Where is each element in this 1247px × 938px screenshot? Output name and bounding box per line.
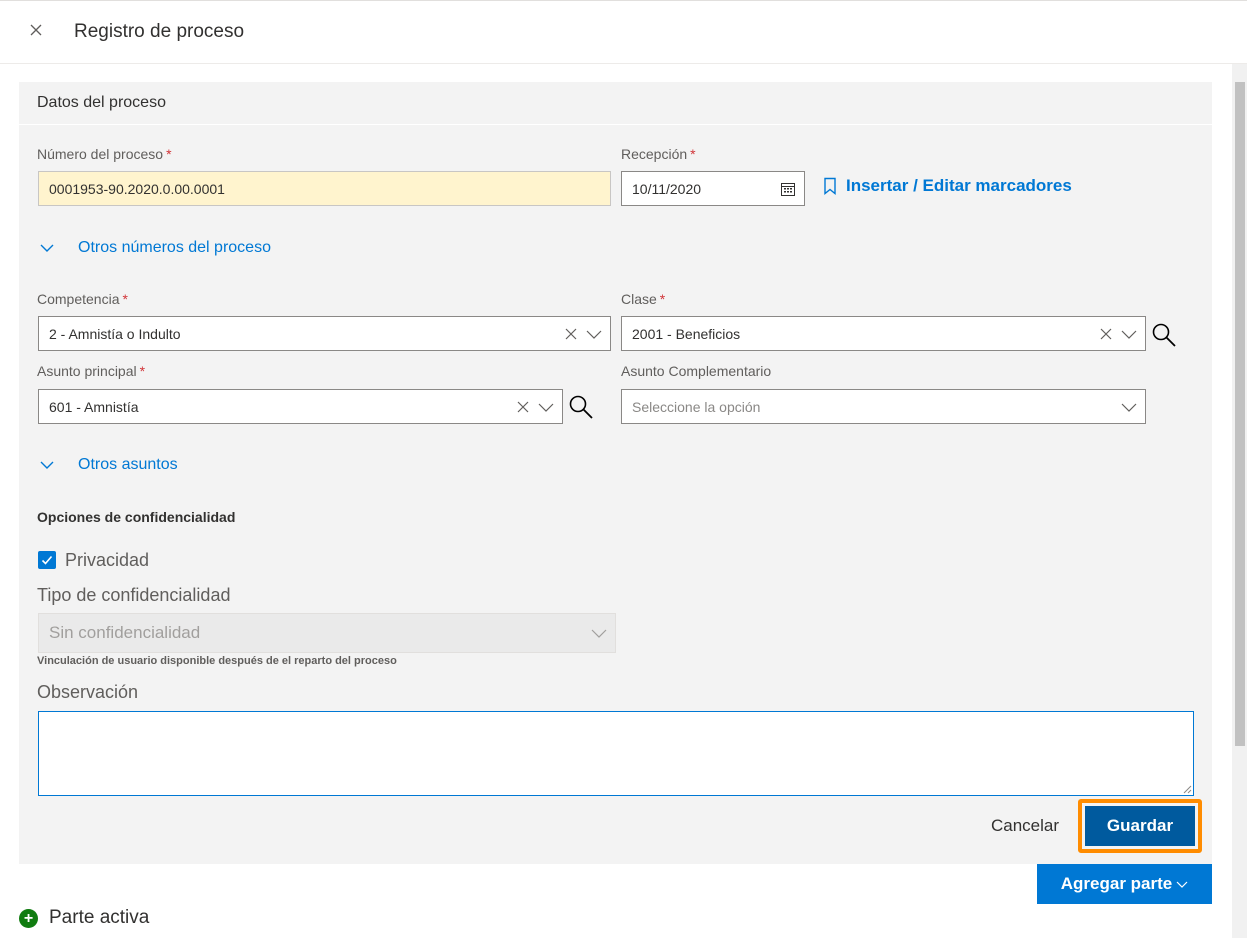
- scrollbar-thumb[interactable]: [1235, 82, 1245, 746]
- other-subjects-link-text: Otros asuntos: [78, 456, 178, 473]
- search-icon[interactable]: [568, 394, 594, 420]
- chevron-down-icon: [38, 456, 56, 474]
- asunto-principal-label: Asunto principal *: [37, 363, 145, 379]
- clear-icon[interactable]: [1099, 327, 1113, 341]
- required-mark: *: [122, 291, 128, 307]
- other-numbers-link-text: Otros números del proceso: [78, 239, 271, 256]
- resize-handle-icon[interactable]: [1182, 784, 1192, 794]
- privacy-checkbox[interactable]: [38, 551, 56, 569]
- clear-icon[interactable]: [516, 400, 530, 414]
- observation-label: Observación: [37, 682, 139, 702]
- asunto-principal-select[interactable]: 601 - Amnistía: [38, 389, 563, 424]
- reception-label: Recepción *: [621, 146, 696, 162]
- asunto-principal-label-text: Asunto principal: [37, 363, 137, 379]
- checkmark-icon: [41, 555, 53, 565]
- calendar-icon[interactable]: [780, 172, 796, 205]
- clase-select[interactable]: 2001 - Beneficios: [621, 316, 1146, 351]
- asunto-complementario-select[interactable]: Seleccione la opción: [621, 389, 1146, 424]
- chevron-down-icon: [1176, 879, 1188, 889]
- bookmarks-link-text: Insertar / Editar marcadores: [846, 176, 1072, 195]
- bookmark-icon: [822, 177, 838, 195]
- competencia-value: 2 - Amnistía o Indulto: [49, 325, 181, 342]
- clear-icon[interactable]: [564, 327, 578, 341]
- required-mark: *: [139, 363, 146, 379]
- asunto-principal-value: 601 - Amnistía: [49, 398, 139, 415]
- reception-date-input[interactable]: 10/11/2020: [621, 171, 805, 206]
- confidentiality-type-select: Sin confidencialidad: [38, 613, 616, 653]
- reception-label-text: Recepción: [621, 146, 688, 162]
- chevron-down-icon[interactable]: [1121, 327, 1137, 341]
- competencia-label: Competencia *: [37, 291, 128, 307]
- asunto-complementario-placeholder: Seleccione la opción: [632, 398, 761, 415]
- panel-title: Datos del proceso: [37, 94, 166, 111]
- add-party-label: Agregar parte: [1060, 874, 1173, 893]
- chevron-down-icon: [591, 626, 607, 640]
- required-mark: *: [690, 146, 696, 162]
- bookmarks-link[interactable]: Insertar / Editar marcadores: [822, 176, 1072, 196]
- observation-textarea[interactable]: [38, 711, 1194, 796]
- required-mark: *: [659, 291, 666, 307]
- confidentiality-section-title: Opciones de confidencialidad: [37, 509, 236, 525]
- panel-header: [19, 82, 1212, 125]
- save-button[interactable]: Guardar: [1085, 806, 1195, 846]
- dialog-title: Registro de proceso: [74, 21, 245, 42]
- add-circle-icon[interactable]: +: [19, 909, 38, 928]
- process-number-label: Número del proceso *: [37, 146, 172, 162]
- asunto-complementario-label: Asunto Complementario: [621, 363, 772, 379]
- competencia-label-text: Competencia: [37, 291, 120, 307]
- close-icon[interactable]: [24, 18, 48, 42]
- other-numbers-toggle[interactable]: Otros números del proceso: [38, 239, 271, 257]
- confidentiality-type-value: Sin confidencialidad: [49, 623, 201, 642]
- privacy-label[interactable]: Privacidad: [65, 550, 149, 571]
- chevron-down-icon[interactable]: [538, 400, 554, 414]
- add-party-button[interactable]: Agregar parte: [1037, 864, 1212, 904]
- chevron-down-icon: [38, 239, 56, 257]
- reception-date-value: 10/11/2020: [632, 180, 702, 197]
- clase-label: Clase *: [621, 291, 665, 307]
- process-number-input[interactable]: 0001953-90.2020.0.00.0001: [38, 171, 611, 206]
- chevron-down-icon[interactable]: [1121, 400, 1137, 414]
- other-subjects-toggle[interactable]: Otros asuntos: [38, 456, 178, 474]
- search-icon[interactable]: [1151, 322, 1177, 348]
- confidentiality-type-label: Tipo de confidencialidad: [37, 585, 231, 605]
- competencia-select[interactable]: 2 - Amnistía o Indulto: [38, 316, 611, 351]
- required-mark: *: [166, 146, 172, 162]
- active-party-label: Parte activa: [49, 907, 150, 928]
- chevron-down-icon[interactable]: [586, 327, 602, 341]
- user-link-note: Vinculación de usuario disponible despué…: [37, 655, 397, 667]
- process-number-value: 0001953-90.2020.0.00.0001: [49, 180, 225, 197]
- process-number-label-text: Número del proceso: [37, 146, 164, 162]
- clase-label-text: Clase: [621, 291, 657, 307]
- cancel-button[interactable]: Cancelar: [975, 808, 1075, 844]
- clase-value: 2001 - Beneficios: [632, 325, 741, 342]
